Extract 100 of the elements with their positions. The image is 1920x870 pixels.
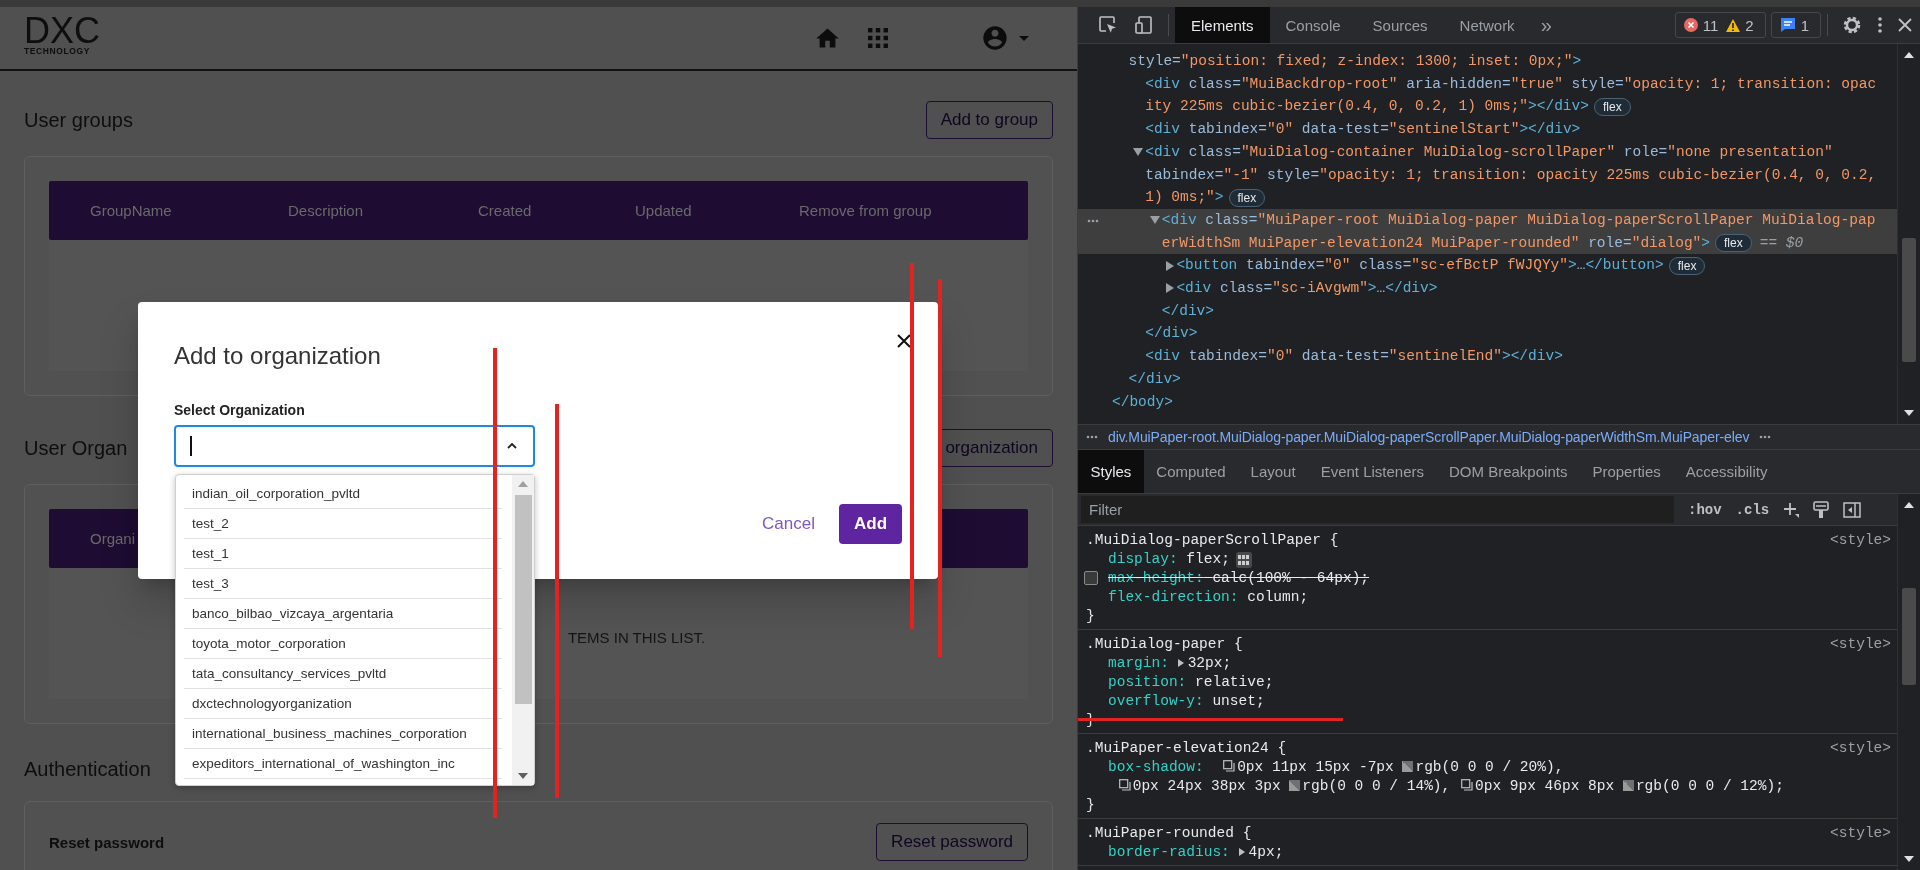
apps-grid-icon[interactable] [868, 28, 888, 48]
logo-mark: DXC [24, 16, 98, 46]
expand-arrow-icon[interactable] [1177, 659, 1184, 667]
issues-counter[interactable]: 11 2 [1674, 12, 1766, 38]
inspect-icon[interactable] [1098, 15, 1118, 35]
add-button[interactable]: Add [839, 504, 902, 544]
color-swatch[interactable] [1402, 761, 1414, 772]
plus-icon[interactable] [1783, 501, 1800, 518]
filter-field[interactable]: Filter [1081, 496, 1674, 523]
code-line[interactable]: erWidthSm MuiPaper-elevation24 MuiPaper-rounded" role="dialog"> [1161, 231, 1710, 255]
kebab-menu-icon[interactable] [1878, 17, 1882, 33]
field-label: Select Organization [174, 401, 306, 419]
caret-right-icon[interactable] [1166, 283, 1175, 294]
css-declaration[interactable]: border-radius: 4px; [1108, 843, 1284, 862]
settings-icon[interactable] [1842, 15, 1862, 35]
cancel-button[interactable]: Cancel [760, 510, 817, 538]
code-line[interactable]: <div class="MuiBackdrop-root" aria-hidden="true" style="opacity: 1; transition: opac [1145, 72, 1877, 96]
css-declaration[interactable]: margin: 32px; [1108, 654, 1232, 673]
chevron-up-icon[interactable] [507, 443, 517, 449]
code-line[interactable]: </div> [1161, 299, 1214, 323]
flex-badge[interactable]: flex [1668, 256, 1706, 275]
flex-badge[interactable]: flex [1715, 233, 1752, 252]
more-icon[interactable] [1087, 218, 1099, 223]
more-icon[interactable] [1759, 435, 1772, 439]
caret-down-icon[interactable] [1133, 148, 1144, 157]
scroll-down-icon[interactable] [1904, 856, 1914, 862]
node-reference: == $0 [1759, 233, 1804, 253]
setting-label: Reset password [49, 833, 165, 851]
more-tabs[interactable]: » [1540, 13, 1552, 37]
close-icon[interactable] [897, 334, 911, 348]
css-selector[interactable]: .MuiPaper-rounded { [1086, 824, 1252, 843]
caret-right-icon[interactable] [1166, 260, 1175, 271]
code-line[interactable]: style="position: fixed; z-index: 1300; inset: 0px;"> [1128, 50, 1582, 73]
flex-badge[interactable]: flex [1228, 188, 1266, 207]
scrollbar[interactable] [512, 475, 534, 785]
shadow-editor-icon[interactable] [1461, 779, 1473, 791]
pane-tab[interactable]: Styles [1078, 450, 1144, 493]
scrollbar-thumb[interactable] [1902, 588, 1916, 685]
pane-tab[interactable]: Computed [1143, 450, 1239, 493]
flex-badge[interactable]: flex [1594, 97, 1631, 116]
code-line[interactable]: ity 225ms cubic-bezier(0.4, 0, 0.2, 1) 0ms;"></div> [1145, 95, 1589, 119]
checkbox[interactable] [1084, 571, 1098, 585]
code-line[interactable]: <div tabindex="0" data-test="sentinelEnd"></div> [1145, 345, 1563, 368]
code-line[interactable]: </div> [1128, 367, 1181, 391]
color-swatch[interactable] [1622, 780, 1634, 791]
scroll-down-icon[interactable] [1904, 410, 1914, 416]
code-line[interactable]: </body> [1112, 390, 1173, 414]
account-icon[interactable] [981, 24, 1009, 52]
devtools-tab[interactable]: Console [1269, 7, 1357, 43]
devtools-tab[interactable]: Sources [1356, 7, 1444, 43]
code-line[interactable]: <div class="MuiDialog-container MuiDialog-scrollPaper" role="none presentation" [1145, 140, 1833, 164]
css-declaration[interactable]: box-shadow: 0px 11px 15px -7px rgb(0 0 0 / 20%), 0px 24px 38px 3px rgb(0 0 0 / 14%), 0px 9px 46px 8px rgb(0 0 0 / 12%); [1108, 758, 1784, 796]
css-declaration[interactable]: position: relative; [1108, 673, 1274, 692]
device-toolbar-icon[interactable] [1134, 15, 1154, 35]
css-declaration[interactable]: display: flex; [1108, 550, 1230, 569]
messages-counter[interactable]: 1 [1770, 12, 1821, 38]
code-line[interactable]: <div class="sc-iAvgwm">…</div> [1176, 277, 1438, 300]
toggle-button[interactable]: :hov [1688, 501, 1722, 518]
message-icon [1779, 17, 1796, 33]
code-line[interactable]: <div tabindex="0" data-test="sentinelStart"></div> [1145, 118, 1581, 141]
css-declaration[interactable]: overflow-y: unset; [1108, 692, 1265, 711]
pane-tab[interactable]: Layout [1238, 450, 1309, 493]
scroll-down-icon[interactable] [518, 773, 528, 779]
caret-down-icon[interactable] [1149, 216, 1160, 225]
shadow-editor-icon[interactable] [1223, 760, 1236, 772]
code-line[interactable]: tabindex="-1" style="opacity: 1; transition: opacity 225ms cubic-bezier(0.4, 0, 0.2, [1145, 163, 1877, 187]
source-link[interactable]: <style> [1830, 635, 1891, 654]
devtools-tab[interactable]: Network [1443, 7, 1531, 43]
code-line[interactable]: <button tabindex="0" class="sc-efBctP fWJQYy">…</button> [1176, 254, 1664, 278]
expand-arrow-icon[interactable] [1238, 848, 1245, 856]
select-field[interactable] [174, 425, 535, 467]
source-link[interactable]: <style> [1830, 739, 1891, 758]
scrollbar-thumb[interactable] [1902, 238, 1916, 362]
devtools-tab[interactable]: Elements [1175, 7, 1270, 43]
color-swatch[interactable] [1289, 780, 1301, 791]
code-line[interactable]: <div class="MuiPaper-root MuiDialog-paper MuiDialog-paperScrollPaper MuiDialog-pap [1161, 208, 1876, 232]
pane-tab[interactable]: Properties [1579, 450, 1674, 493]
paint-brush-icon[interactable] [1813, 500, 1830, 519]
dialog-title: Add to organization [174, 341, 382, 371]
css-declaration[interactable]: flex-direction: column; [1108, 588, 1309, 607]
pane-tab[interactable]: Accessibility [1673, 450, 1780, 493]
css-declaration[interactable]: max-height: calc(100% - 64px); [1108, 569, 1370, 588]
css-selector[interactable]: .MuiDialog-paper { [1086, 635, 1243, 654]
source-link[interactable]: <style> [1830, 824, 1891, 843]
code-line[interactable]: </div> [1145, 322, 1198, 346]
scroll-up-icon[interactable] [1904, 52, 1914, 58]
scrollbar-thumb[interactable] [514, 495, 532, 704]
shadow-editor-icon[interactable] [1118, 779, 1131, 791]
css-selector[interactable]: .MuiDialog-paperScrollPaper { [1086, 531, 1339, 550]
pane-tab[interactable]: DOM Breakpoints [1436, 450, 1580, 493]
css-selector[interactable]: .MuiPaper-elevation24 { [1086, 739, 1287, 758]
code-line[interactable]: 1) 0ms;"> [1145, 186, 1224, 209]
sidebar-toggle-icon[interactable] [1843, 501, 1862, 518]
scroll-up-icon[interactable] [1904, 502, 1914, 508]
source-link[interactable]: <style> [1830, 531, 1891, 550]
toggle-button[interactable]: .cls [1735, 501, 1770, 518]
more-icon[interactable] [1086, 435, 1098, 439]
column-header: Description [288, 202, 365, 219]
pane-tab[interactable]: Event Listeners [1308, 450, 1437, 493]
flexbox-editor-icon[interactable] [1235, 551, 1252, 568]
